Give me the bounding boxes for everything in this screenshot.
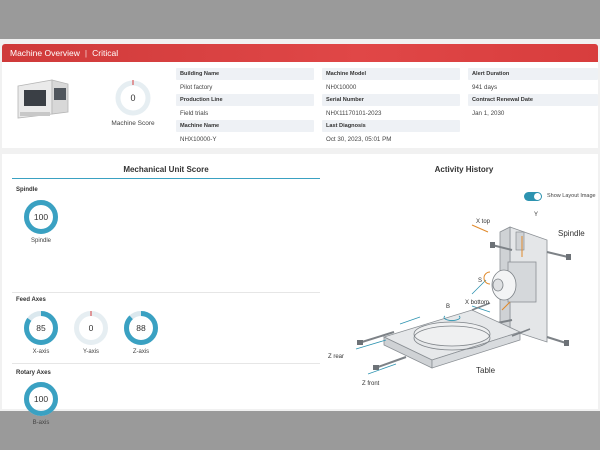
contract-renewal-label: Contract Renewal Date [468, 94, 598, 106]
divider-2 [12, 363, 320, 364]
page-title: Machine Overview [10, 48, 80, 58]
status-badge: Critical [92, 48, 119, 58]
y-label: Y [534, 212, 538, 218]
detail-card: Mechanical Unit Score Spindle 100 Spindl… [2, 154, 598, 426]
building-name-value: Pilot factory [180, 84, 213, 91]
last-diagnosis-label: Last Diagnosis [322, 120, 460, 132]
building-name-label: Building Name [176, 68, 314, 80]
spindle-gauge: 100 Spindle [23, 199, 59, 244]
y-axis-gauge-ring: 0 [74, 311, 108, 345]
serial-number-value: NHX11170101-2023 [326, 110, 382, 117]
header-bar: Machine Overview | Critical [2, 44, 598, 62]
x-axis-score-value: 85 [36, 323, 46, 333]
z-front-label: Z front [362, 381, 380, 387]
machine-layout-diagram: X top Y Spindle S X bottom B Z rear Z fr… [328, 212, 585, 387]
b-axis-gauge-label: B-axis [32, 420, 50, 426]
x-axis-gauge-label: X-axis [32, 349, 50, 355]
b-axis-gauge-ring: 100 [24, 382, 58, 416]
alert-duration-label: Alert Duration [468, 68, 598, 80]
machine-image [17, 79, 69, 119]
b-axis-score-value: 100 [34, 394, 48, 404]
b-axis-gauge: 100 B-axis [23, 381, 59, 426]
x-axis-gauge: 85 X-axis [23, 310, 59, 355]
mechanical-unit-score-title: Mechanical Unit Score [123, 165, 209, 174]
spindle-label: Spindle [558, 229, 585, 238]
machine-score-value: 0 [130, 93, 135, 103]
app-window: Machine Overview | Critical 0 Machine Sc… [0, 39, 600, 426]
production-line-value: Field trials [180, 110, 209, 117]
title-underline [12, 178, 320, 179]
machine-name-label: Machine Name [176, 120, 314, 132]
z-axis-gauge-label: Z-axis [132, 349, 150, 355]
machine-summary-card: 0 Machine Score Building Name Pilot fact… [2, 62, 598, 148]
y-axis-gauge: 0 Y-axis [73, 310, 109, 355]
z-rear-label: Z rear [328, 354, 344, 360]
x-axis-gauge-ring: 85 [24, 311, 58, 345]
info-column-1: Building Name Pilot factory Production L… [176, 68, 314, 146]
z-axis-gauge: 88 Z-axis [123, 310, 159, 355]
z-axis-gauge-ring: 88 [124, 311, 158, 345]
table-label: Table [476, 366, 496, 375]
x-bottom-label: X bottom [465, 300, 489, 306]
show-layout-label: Show Layout Image [547, 193, 596, 199]
z-axis-score-value: 88 [136, 323, 146, 333]
last-diagnosis-value: Oct 30, 2023, 05:01 PM [326, 136, 392, 143]
production-line-label: Production Line [176, 94, 314, 106]
alert-duration-value: 941 days [472, 84, 498, 91]
machine-name-value: NHX10000-Y [180, 136, 217, 143]
rotary-axes-group-label: Rotary Axes [16, 370, 51, 376]
machine-score-gauge: 0 [115, 80, 151, 116]
serial-number-label: Serial Number [322, 94, 460, 106]
activity-history-title: Activity History [434, 165, 494, 174]
machine-score-label: Machine Score [111, 120, 155, 127]
spindle-score-value: 100 [34, 212, 48, 222]
feed-axes-group-label: Feed Axes [16, 297, 46, 303]
spindle-gauge-label: Spindle [30, 238, 51, 244]
info-column-2: Machine Model NHX10000 Serial Number NHX… [322, 68, 460, 146]
contract-renewal-value: Jan 1, 2030 [472, 110, 505, 117]
machine-model-label: Machine Model [322, 68, 460, 80]
title-separator: | [84, 48, 88, 58]
x-top-label: X top [476, 219, 491, 225]
b-label: B [446, 304, 450, 310]
y-axis-gauge-label: Y-axis [82, 349, 100, 355]
divider-1 [12, 292, 320, 293]
machine-model-value: NHX10000 [326, 84, 357, 91]
s-label: S [478, 278, 482, 284]
y-axis-score-value: 0 [89, 323, 94, 333]
info-column-3: Alert Duration 941 days Contract Renewal… [468, 68, 598, 120]
spindle-group-label: Spindle [16, 187, 38, 193]
spindle-gauge-ring: 100 [24, 200, 58, 234]
show-layout-toggle[interactable] [524, 192, 542, 201]
